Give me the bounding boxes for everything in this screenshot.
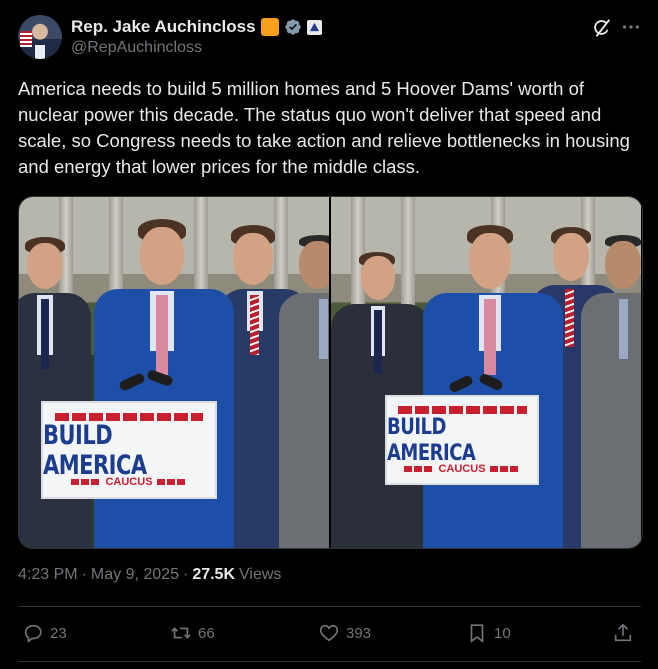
share-button[interactable] — [612, 620, 634, 646]
repost-button[interactable]: 66 — [170, 620, 215, 646]
bookmark-icon — [470, 624, 484, 643]
media-grid: BUILD AMERICA CAUCUS BUILD AMERICA CAUCU… — [18, 196, 643, 549]
author-name[interactable]: Rep. Jake Auchincloss — [71, 17, 256, 37]
divider — [18, 661, 641, 662]
person — [19, 237, 99, 548]
more-icon[interactable] — [620, 16, 642, 38]
tweet-time[interactable]: 4:23 PM — [18, 566, 78, 584]
grok-icon[interactable] — [591, 17, 613, 39]
divider — [18, 606, 641, 607]
reply-count: 23 — [50, 624, 67, 642]
affiliate-badge-icon — [260, 18, 279, 36]
sign-title: BUILD AMERICA — [387, 413, 476, 466]
avatar[interactable] — [18, 15, 62, 59]
photo-left[interactable]: BUILD AMERICA CAUCUS — [19, 197, 329, 548]
sign-right: BUILD AMERICA CAUCUS — [385, 395, 539, 485]
person — [581, 235, 641, 548]
tweet-text: America needs to build 5 million homes a… — [18, 78, 630, 177]
author-handle[interactable]: @RepAuchincloss — [71, 39, 202, 57]
repost-count: 66 — [198, 624, 215, 642]
bookmark-button[interactable]: 10 — [466, 620, 511, 646]
share-icon — [614, 623, 632, 642]
views-label: Views — [239, 566, 282, 583]
reply-icon — [24, 624, 42, 643]
meta-separator: · — [182, 566, 189, 583]
like-button[interactable]: 393 — [318, 620, 371, 646]
like-icon — [319, 624, 339, 642]
like-count: 393 — [346, 624, 372, 642]
bookmark-count: 10 — [494, 624, 511, 642]
sign-title: BUILD AMERICA — [43, 419, 147, 480]
tweet: Rep. Jake Auchincloss @RepAuchincloss Am… — [0, 0, 658, 669]
flag-graphic — [20, 31, 32, 47]
author-name-row: Rep. Jake Auchincloss — [71, 16, 322, 38]
person — [259, 235, 329, 548]
sign-bricks — [397, 405, 527, 414]
tweet-date[interactable]: May 9, 2025 — [91, 566, 179, 584]
verified-icon — [284, 19, 301, 35]
government-badge-icon — [306, 19, 322, 35]
tweet-meta: 4:23 PM · May 9, 2025 · 27.5K Views — [18, 566, 281, 584]
action-bar: 23 66 393 10 — [18, 620, 641, 646]
photo-right[interactable]: BUILD AMERICA CAUCUS — [331, 197, 641, 548]
reply-button[interactable]: 23 — [22, 620, 67, 646]
views-count: 27.5K — [192, 566, 236, 583]
sign-left: BUILD AMERICA CAUCUS — [41, 401, 217, 499]
avatar-shirt — [35, 45, 45, 59]
meta-separator: · — [81, 566, 87, 583]
repost-icon — [171, 627, 191, 639]
